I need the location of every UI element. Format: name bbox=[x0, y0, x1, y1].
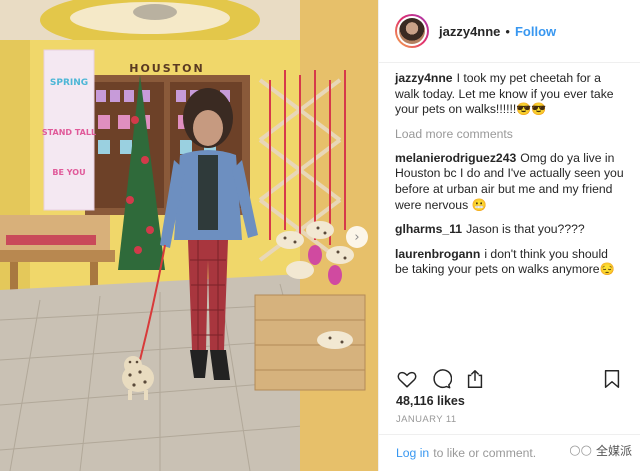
heart-icon bbox=[397, 371, 417, 388]
post-photo[interactable]: HOUSTON SPRING STAND TALL BE YOU › bbox=[0, 0, 378, 471]
load-more-comments-button[interactable]: Load more comments bbox=[395, 127, 624, 141]
comment-item: melanierodriguez243 Omg do ya live in Hou… bbox=[395, 151, 624, 213]
follow-button[interactable]: Follow bbox=[515, 24, 556, 39]
header-username[interactable]: jazzy4nne bbox=[439, 24, 500, 39]
carousel-next-button[interactable]: › bbox=[346, 226, 368, 248]
post-date: JANUARY 11 bbox=[396, 414, 457, 425]
login-link[interactable]: Log in bbox=[396, 446, 429, 460]
comment-item: glharms_11 Jason is that you???? bbox=[395, 222, 624, 238]
share-button[interactable] bbox=[463, 367, 487, 391]
comment-text: Jason is that you???? bbox=[466, 222, 585, 237]
header-separator: • bbox=[505, 23, 510, 39]
wechat-icon: ○○ bbox=[569, 443, 592, 458]
store-sign: HOUSTON bbox=[129, 62, 204, 75]
avatar-image bbox=[399, 18, 425, 44]
comment-username[interactable]: glharms_11 bbox=[395, 222, 462, 236]
watermark: ○○ 全媒派 bbox=[569, 442, 632, 459]
comment-username[interactable]: laurenbrogann bbox=[395, 247, 480, 261]
bookmark-icon bbox=[604, 370, 620, 388]
post-side-panel: jazzy4nne • Follow jazzy4nne I took my pe… bbox=[378, 0, 640, 471]
comment-username[interactable]: melanierodriguez243 bbox=[395, 151, 516, 165]
login-prompt-text: to like or comment. bbox=[433, 446, 537, 460]
comment-button[interactable] bbox=[429, 367, 453, 391]
save-button[interactable] bbox=[600, 367, 624, 391]
chevron-right-icon: › bbox=[354, 229, 360, 245]
comment-item: laurenbrogann i don't think you should be… bbox=[395, 247, 624, 278]
likes-count[interactable]: 48,116 likes bbox=[396, 394, 465, 408]
comment-icon bbox=[433, 369, 452, 389]
caption-username[interactable]: jazzy4nne bbox=[395, 71, 453, 85]
banner-mid-text: STAND TALL bbox=[42, 128, 96, 137]
like-button[interactable] bbox=[395, 367, 419, 391]
watermark-text: 全媒派 bbox=[595, 444, 632, 458]
share-icon bbox=[467, 370, 483, 388]
banner-bottom-text: BE YOU bbox=[52, 168, 85, 177]
banner-top-text: SPRING bbox=[50, 78, 88, 88]
photo-scene: HOUSTON SPRING STAND TALL BE YOU bbox=[0, 0, 378, 471]
action-bar bbox=[395, 367, 624, 391]
post-header: jazzy4nne • Follow bbox=[379, 0, 640, 63]
avatar[interactable] bbox=[395, 14, 429, 48]
caption: jazzy4nne I took my pet cheetah for a wal… bbox=[395, 71, 624, 118]
comments-section: jazzy4nne I took my pet cheetah for a wal… bbox=[379, 63, 640, 361]
